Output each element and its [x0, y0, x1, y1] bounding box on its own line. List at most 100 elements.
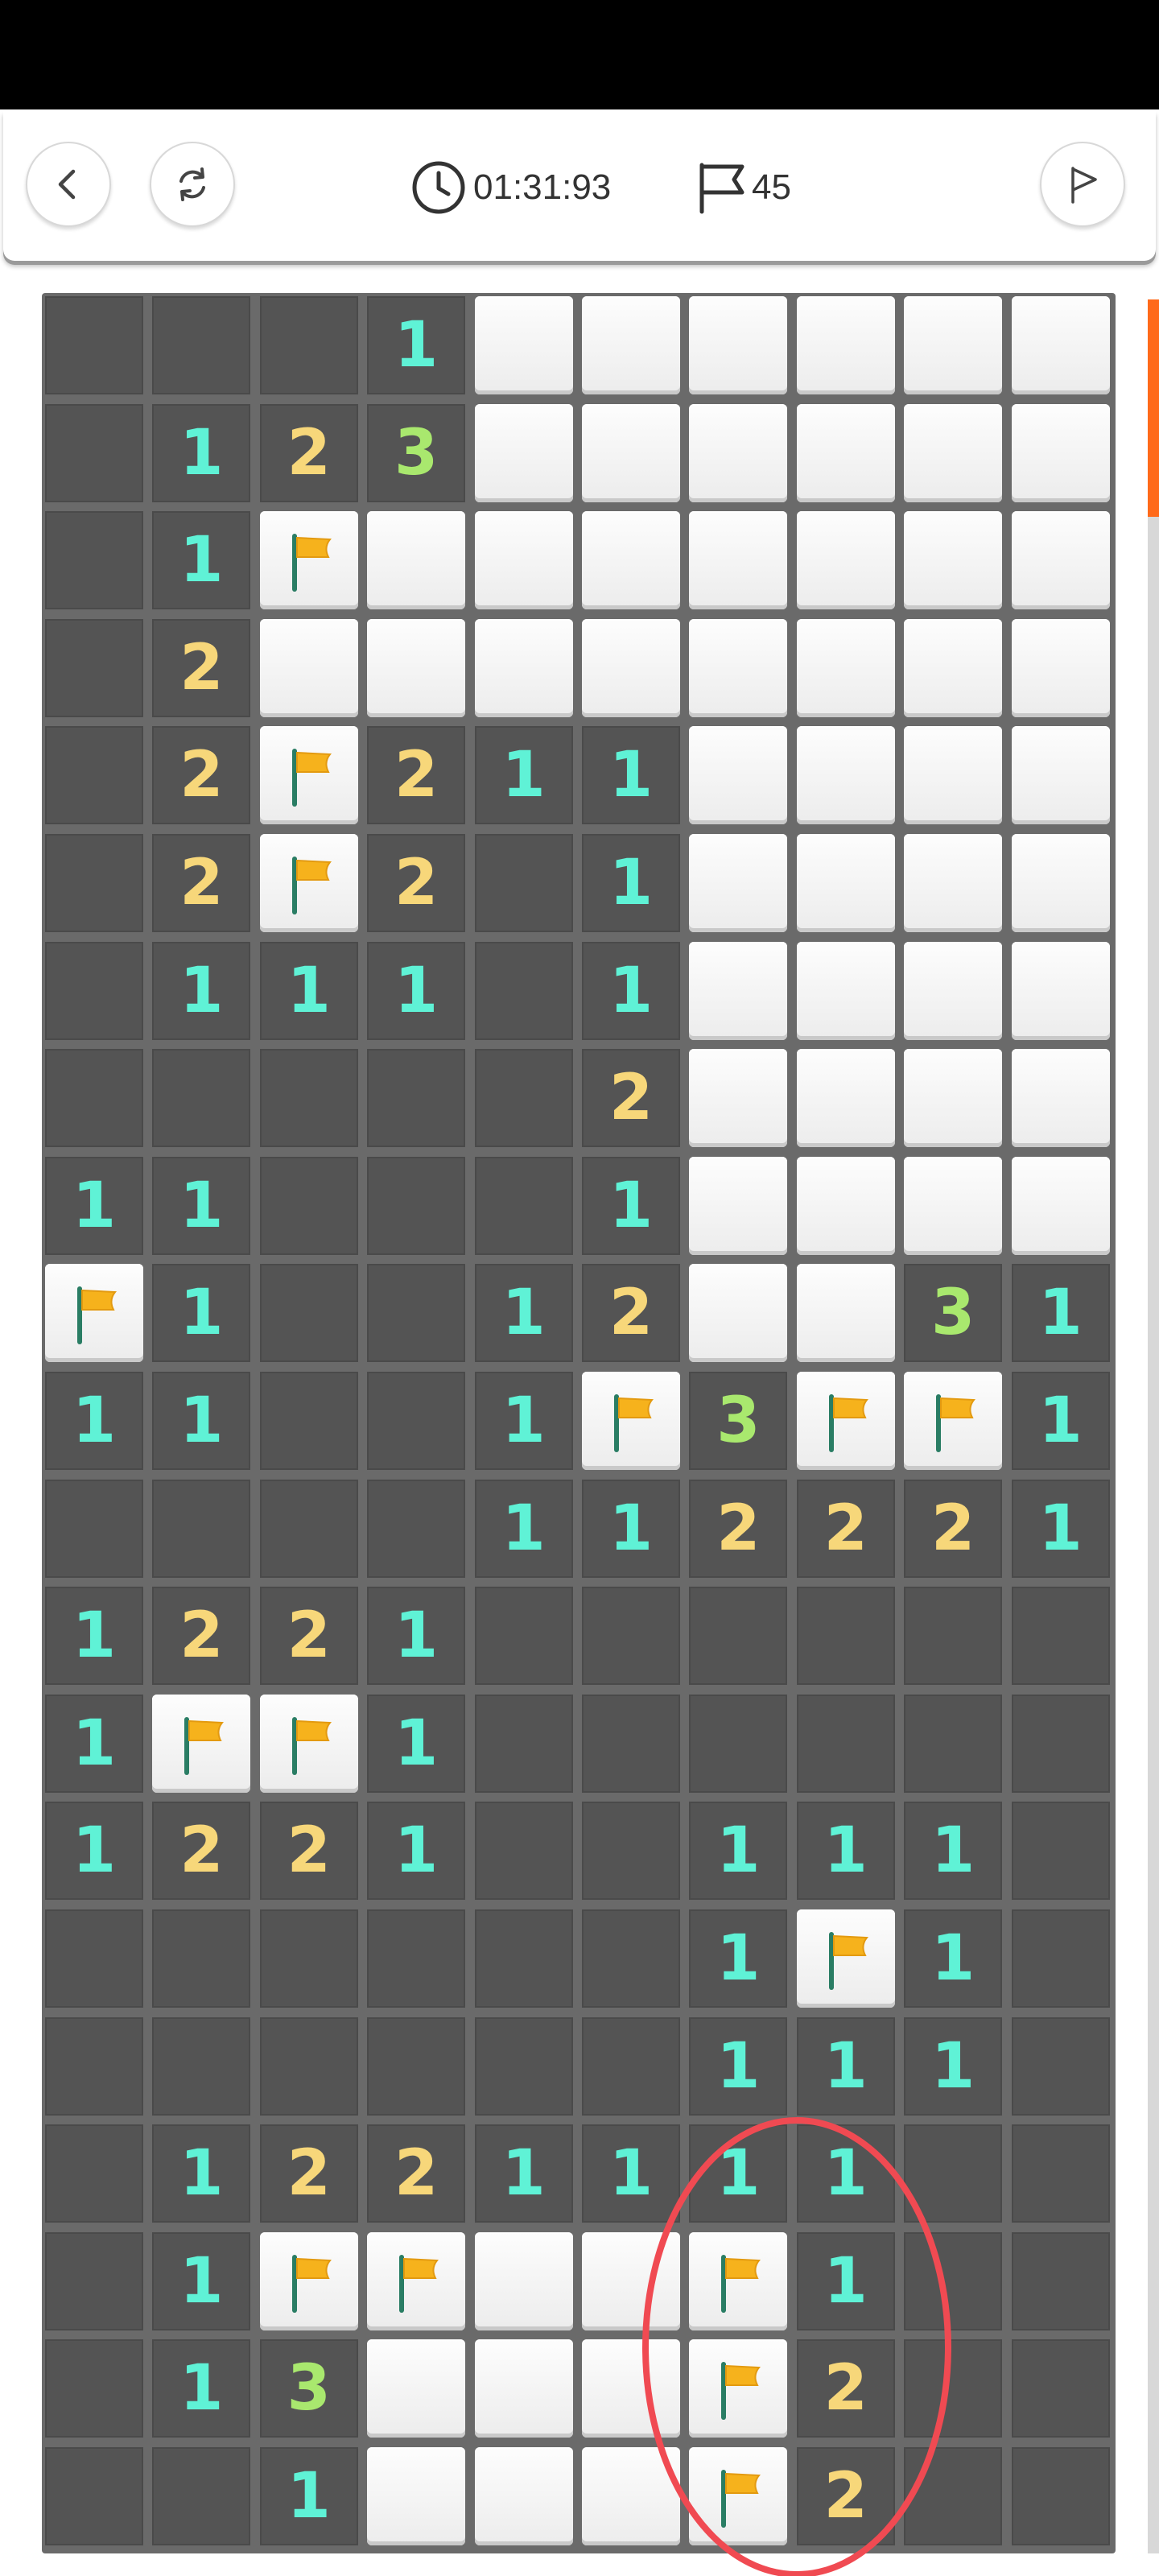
cell-number[interactable]: 1 — [367, 1802, 466, 1901]
cell-empty[interactable] — [474, 2017, 573, 2116]
cell-hidden[interactable] — [904, 941, 1003, 1040]
cell-number[interactable]: 1 — [152, 511, 251, 610]
cell-number[interactable]: 1 — [45, 1694, 143, 1793]
cell-hidden[interactable] — [796, 618, 895, 717]
cell-number[interactable]: 2 — [152, 834, 251, 932]
cell-hidden[interactable] — [796, 296, 895, 394]
cell-hidden[interactable] — [904, 511, 1003, 610]
cell-hidden[interactable] — [1011, 1049, 1110, 1148]
cell-number[interactable]: 1 — [904, 2017, 1003, 2116]
cell-number[interactable]: 2 — [259, 2124, 358, 2223]
cell-empty[interactable] — [259, 1479, 358, 1578]
cell-number[interactable]: 2 — [259, 1587, 358, 1686]
cell-empty[interactable] — [259, 2017, 358, 2116]
cell-empty[interactable] — [45, 2447, 143, 2545]
cell-empty[interactable] — [45, 1049, 143, 1148]
cell-empty[interactable] — [367, 1264, 466, 1363]
cell-number[interactable]: 2 — [582, 1049, 680, 1148]
cell-number[interactable]: 1 — [152, 2124, 251, 2223]
cell-number[interactable]: 1 — [367, 1587, 466, 1686]
cell-number[interactable]: 1 — [796, 1802, 895, 1901]
cell-empty[interactable] — [904, 2339, 1003, 2438]
cell-number[interactable]: 2 — [152, 726, 251, 825]
cell-hidden[interactable] — [689, 403, 788, 502]
cell-number[interactable]: 1 — [259, 941, 358, 1040]
cell-hidden[interactable] — [1011, 618, 1110, 717]
cell-empty[interactable] — [45, 834, 143, 932]
cell-hidden[interactable] — [796, 834, 895, 932]
cell-number[interactable]: 1 — [904, 1909, 1003, 2008]
cell-empty[interactable] — [582, 1802, 680, 1901]
cell-empty[interactable] — [474, 1587, 573, 1686]
cell-hidden[interactable] — [1011, 726, 1110, 825]
cell-flagged[interactable] — [796, 1909, 895, 2008]
cell-empty[interactable] — [152, 1479, 251, 1578]
cell-empty[interactable] — [367, 1372, 466, 1470]
cell-flagged[interactable] — [259, 834, 358, 932]
cell-hidden[interactable] — [582, 618, 680, 717]
cell-number[interactable]: 1 — [45, 1372, 143, 1470]
cell-hidden[interactable] — [796, 511, 895, 610]
cell-number[interactable]: 1 — [45, 1587, 143, 1686]
cell-empty[interactable] — [45, 2124, 143, 2223]
cell-hidden[interactable] — [474, 2339, 573, 2438]
cell-flagged[interactable] — [259, 1694, 358, 1793]
cell-hidden[interactable] — [796, 1156, 895, 1255]
cell-empty[interactable] — [45, 618, 143, 717]
cell-number[interactable]: 1 — [152, 403, 251, 502]
cell-empty[interactable] — [367, 2017, 466, 2116]
cell-number[interactable]: 1 — [152, 2339, 251, 2438]
cell-number[interactable]: 1 — [582, 941, 680, 1040]
cell-number[interactable]: 1 — [367, 296, 466, 394]
cell-flagged[interactable] — [796, 1372, 895, 1470]
cell-empty[interactable] — [1011, 1909, 1110, 2008]
cell-hidden[interactable] — [689, 941, 788, 1040]
cell-number[interactable]: 1 — [689, 1909, 788, 2008]
cell-number[interactable]: 1 — [1011, 1479, 1110, 1578]
cell-hidden[interactable] — [474, 2231, 573, 2330]
cell-empty[interactable] — [689, 1587, 788, 1686]
cell-number[interactable]: 3 — [689, 1372, 788, 1470]
cell-empty[interactable] — [259, 1372, 358, 1470]
cell-number[interactable]: 1 — [367, 1694, 466, 1793]
cell-number[interactable]: 1 — [904, 1802, 1003, 1901]
cell-number[interactable]: 1 — [582, 1156, 680, 1255]
cell-empty[interactable] — [474, 1909, 573, 2008]
cell-number[interactable]: 2 — [259, 1802, 358, 1901]
cell-empty[interactable] — [367, 1479, 466, 1578]
cell-number[interactable]: 2 — [904, 1479, 1003, 1578]
cell-hidden[interactable] — [904, 1156, 1003, 1255]
cell-empty[interactable] — [152, 2017, 251, 2116]
cell-flagged[interactable] — [259, 726, 358, 825]
cell-hidden[interactable] — [796, 941, 895, 1040]
cell-hidden[interactable] — [474, 2447, 573, 2545]
cell-number[interactable]: 2 — [582, 1264, 680, 1363]
cell-number[interactable]: 1 — [367, 941, 466, 1040]
cell-hidden[interactable] — [474, 403, 573, 502]
cell-hidden[interactable] — [904, 296, 1003, 394]
cell-hidden[interactable] — [904, 618, 1003, 717]
cell-hidden[interactable] — [582, 2447, 680, 2545]
cell-hidden[interactable] — [689, 1156, 788, 1255]
cell-number[interactable]: 1 — [259, 2447, 358, 2545]
cell-number[interactable]: 1 — [582, 2124, 680, 2223]
cell-number[interactable]: 2 — [152, 1802, 251, 1901]
cell-number[interactable]: 1 — [689, 2124, 788, 2223]
cell-empty[interactable] — [259, 296, 358, 394]
cell-hidden[interactable] — [367, 511, 466, 610]
cell-hidden[interactable] — [367, 618, 466, 717]
cell-hidden[interactable] — [474, 618, 573, 717]
cell-empty[interactable] — [904, 1587, 1003, 1686]
cell-hidden[interactable] — [904, 403, 1003, 502]
cell-empty[interactable] — [689, 1694, 788, 1793]
cell-empty[interactable] — [474, 941, 573, 1040]
cell-hidden[interactable] — [582, 403, 680, 502]
cell-empty[interactable] — [152, 296, 251, 394]
cell-empty[interactable] — [45, 2339, 143, 2438]
cell-flagged[interactable] — [689, 2339, 788, 2438]
cell-hidden[interactable] — [582, 2231, 680, 2330]
cell-number[interactable]: 1 — [1011, 1264, 1110, 1363]
cell-hidden[interactable] — [796, 1264, 895, 1363]
cell-number[interactable]: 2 — [367, 834, 466, 932]
cell-number[interactable]: 1 — [474, 1264, 573, 1363]
